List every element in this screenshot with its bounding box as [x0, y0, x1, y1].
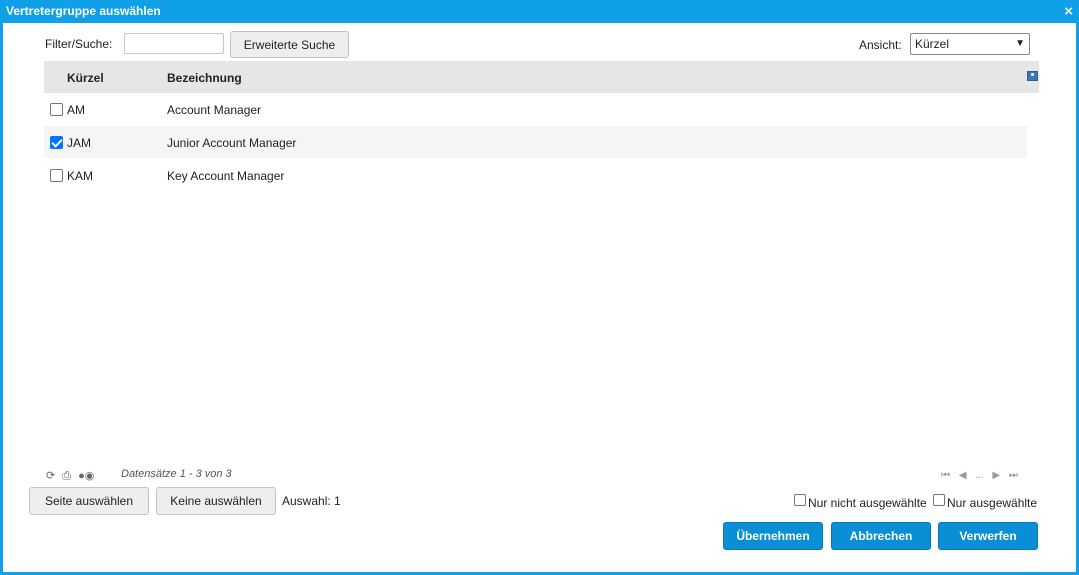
filter-label: Filter/Suche:: [45, 37, 113, 51]
pager: ⏮ ◀ ... ▶ ⏭: [941, 470, 1024, 481]
cancel-button[interactable]: Abbrechen: [831, 522, 931, 550]
chevron-down-icon: ▼: [1015, 38, 1025, 49]
cell-bezeichnung: Key Account Manager: [167, 169, 285, 183]
settings-icon[interactable]: ●◉: [78, 469, 94, 482]
cell-bezeichnung: Account Manager: [167, 103, 262, 117]
only-selected-checkbox[interactable]: [933, 494, 945, 506]
filter-input[interactable]: [124, 33, 224, 54]
grid-header: Kürzel Bezeichnung: [44, 61, 1039, 93]
cell-bezeichnung: Junior Account Manager: [167, 136, 297, 150]
dialog-title: Vertretergruppe auswählen: [6, 4, 161, 18]
grid-tools: ⟳ ⎙ ●◉: [46, 469, 98, 483]
only-unselected-label: Nur nicht ausgewählte: [808, 496, 927, 510]
pager-ellipsis: ...: [975, 470, 984, 481]
selection-count: Auswahl: 1: [282, 494, 341, 508]
table-row[interactable]: AM Account Manager: [44, 93, 1027, 125]
cell-kurzel: JAM: [67, 136, 91, 150]
close-icon[interactable]: ×: [1064, 0, 1073, 24]
row-checkbox[interactable]: [50, 103, 63, 116]
prev-page-icon[interactable]: ◀: [959, 470, 967, 481]
apply-button[interactable]: Übernehmen: [723, 522, 823, 550]
view-label: Ansicht:: [859, 38, 902, 52]
advanced-search-button[interactable]: Erweiterte Suche: [230, 31, 349, 58]
dialog: Vertretergruppe auswählen × Filter/Suche…: [0, 0, 1079, 575]
select-page-button[interactable]: Seite auswählen: [29, 487, 149, 515]
column-header-bezeichnung[interactable]: Bezeichnung: [167, 71, 242, 85]
discard-button[interactable]: Verwerfen: [938, 522, 1038, 550]
row-checkbox[interactable]: [50, 136, 63, 149]
column-config-icon[interactable]: [1027, 71, 1038, 81]
table-row[interactable]: JAM Junior Account Manager: [44, 126, 1027, 158]
select-none-button[interactable]: Keine auswählen: [156, 487, 276, 515]
view-select[interactable]: Kürzel ▼: [910, 33, 1030, 55]
only-unselected-checkbox[interactable]: [794, 494, 806, 506]
view-select-value: Kürzel: [915, 37, 950, 51]
last-page-icon[interactable]: ⏭: [1009, 470, 1018, 481]
only-selected-label: Nur ausgewählte: [947, 496, 1038, 510]
row-checkbox[interactable]: [50, 169, 63, 182]
table-row[interactable]: KAM Key Account Manager: [44, 159, 1027, 191]
dialog-titlebar: Vertretergruppe auswählen ×: [0, 0, 1079, 23]
cell-kurzel: KAM: [67, 169, 94, 183]
print-icon[interactable]: ⎙: [62, 470, 71, 483]
refresh-icon[interactable]: ⟳: [46, 469, 55, 482]
column-header-kurzel[interactable]: Kürzel: [67, 71, 104, 85]
next-page-icon[interactable]: ▶: [992, 470, 1000, 481]
first-page-icon[interactable]: ⏮: [941, 470, 950, 481]
cell-kurzel: AM: [67, 103, 85, 117]
records-info: Datensätze 1 - 3 von 3: [121, 468, 232, 480]
